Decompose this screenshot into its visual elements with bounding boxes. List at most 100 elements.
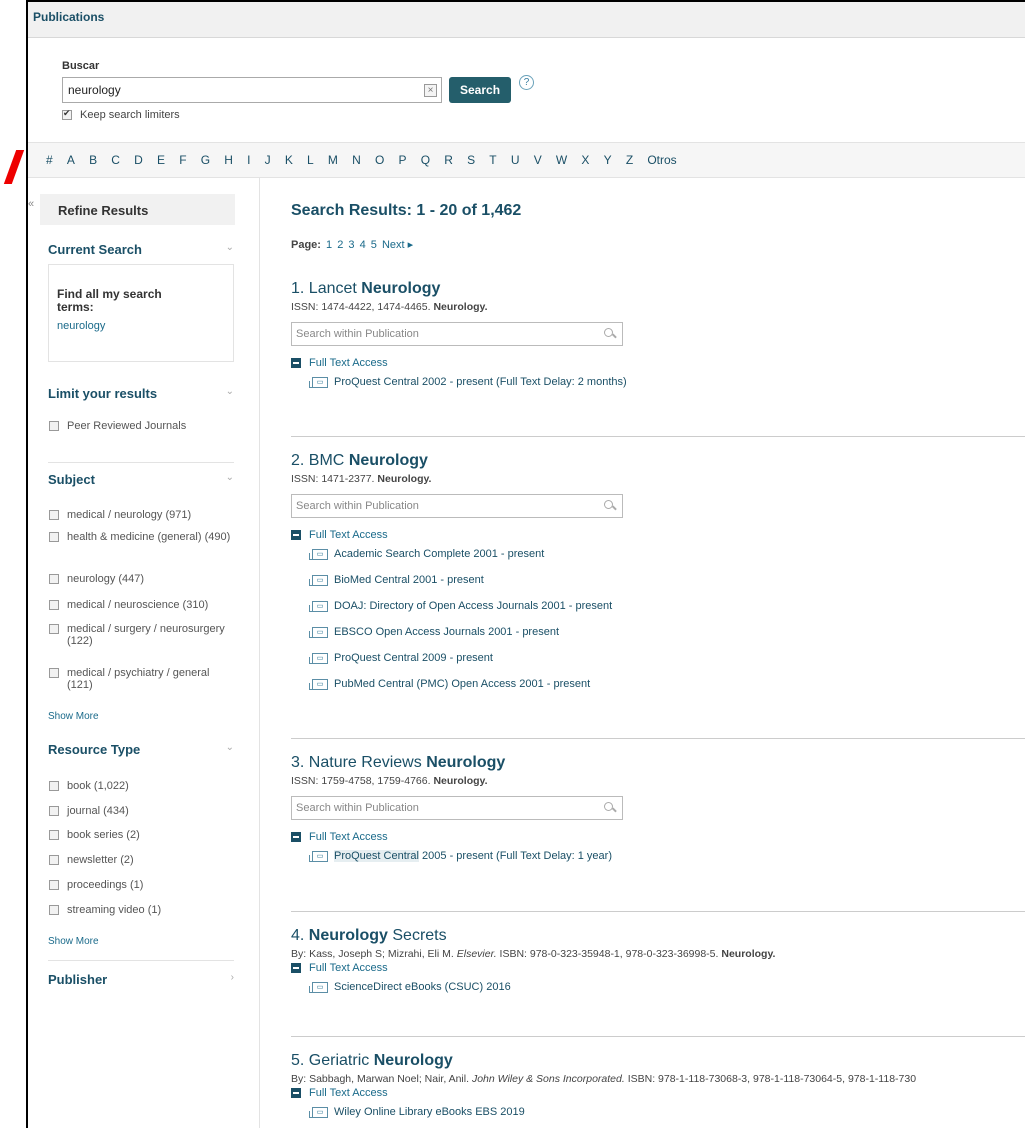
facet-subject[interactable]: medical / neuroscience (310) [49, 599, 234, 611]
alphabet-link[interactable]: P [399, 153, 407, 167]
alphabet-link[interactable]: I [247, 153, 250, 167]
access-link[interactable]: ▭ DOAJ: Directory of Open Access Journals… [309, 593, 1025, 619]
facet-checkbox[interactable] [49, 574, 59, 584]
facet-checkbox[interactable] [49, 600, 59, 610]
collapse-icon[interactable] [291, 963, 301, 973]
access-link[interactable]: ▭ Academic Search Complete 2001 - present [309, 541, 1025, 567]
facet-subject[interactable]: neurology (447) [49, 573, 234, 585]
keep-limiters-row[interactable]: Keep search limiters [62, 108, 1025, 121]
search-icon[interactable] [604, 802, 616, 814]
alphabet-link[interactable]: V [534, 153, 542, 167]
alphabet-link[interactable]: M [328, 153, 338, 167]
alphabet-link[interactable]: K [285, 153, 293, 167]
alphabet-link[interactable]: D [134, 153, 143, 167]
next-page-link[interactable]: Next ▸ [382, 239, 413, 251]
alphabet-link[interactable]: X [581, 153, 589, 167]
facet-checkbox[interactable] [49, 905, 59, 915]
full-text-access-toggle[interactable]: Full Text Access [291, 357, 1025, 369]
current-search-header[interactable]: Current Search ⌄ [48, 242, 234, 257]
alphabet-link[interactable]: # [46, 153, 53, 167]
page-link[interactable]: 2 [337, 239, 343, 251]
access-link[interactable]: ▭ ScienceDirect eBooks (CSUC) 2016 [309, 974, 1025, 1000]
facet-subject[interactable]: medical / neurology (971) [49, 509, 234, 521]
alphabet-link[interactable]: F [179, 153, 186, 167]
search-within-input[interactable]: Search within Publication [291, 322, 623, 346]
facet-resource-type[interactable]: journal (434) [49, 805, 234, 817]
access-link[interactable]: ▭ ProQuest Central 2005 - present (Full T… [309, 843, 1025, 869]
alphabet-link[interactable]: Otros [647, 153, 676, 167]
facet-resource-type[interactable]: book series (2) [49, 829, 234, 841]
access-link[interactable]: ▭ PubMed Central (PMC) Open Access 2001 -… [309, 671, 1025, 697]
facet-checkbox[interactable] [49, 781, 59, 791]
facet-checkbox[interactable] [49, 668, 59, 678]
current-search-term[interactable]: neurology [57, 320, 233, 332]
facet-checkbox[interactable] [49, 510, 59, 520]
facet-checkbox[interactable] [49, 532, 59, 542]
alphabet-link[interactable]: Z [626, 153, 633, 167]
alphabet-link[interactable]: W [556, 153, 567, 167]
subject-header[interactable]: Subject ⌄ [48, 472, 234, 487]
collapse-icon[interactable] [291, 358, 301, 368]
alphabet-link[interactable]: Y [604, 153, 612, 167]
subject-show-more-link[interactable]: Show More [48, 711, 99, 722]
access-link[interactable]: ▭ BioMed Central 2001 - present [309, 567, 1025, 593]
search-icon[interactable] [604, 328, 616, 340]
facet-peer-reviewed[interactable]: Peer Reviewed Journals [49, 420, 234, 432]
facet-checkbox[interactable] [49, 421, 59, 431]
facet-subject[interactable]: medical / psychiatry / general (121) [49, 667, 234, 691]
facet-resource-type[interactable]: book (1,022) [49, 780, 234, 792]
alphabet-link[interactable]: T [489, 153, 496, 167]
publisher-header[interactable]: Publisher › [48, 972, 234, 987]
alphabet-link[interactable]: R [444, 153, 453, 167]
search-within-input[interactable]: Search within Publication [291, 494, 623, 518]
result-title[interactable]: 2. BMC Neurology [291, 452, 1025, 470]
facet-subject[interactable]: health & medicine (general) (490) [49, 531, 234, 543]
result-title[interactable]: 4. Neurology Secrets [291, 927, 1025, 945]
page-link[interactable]: 5 [371, 239, 377, 251]
page-link[interactable]: 3 [348, 239, 354, 251]
full-text-access-toggle[interactable]: Full Text Access [291, 1087, 1025, 1099]
facet-checkbox[interactable] [49, 624, 59, 634]
facet-resource-type[interactable]: proceedings (1) [49, 879, 234, 891]
alphabet-link[interactable]: S [467, 153, 475, 167]
alphabet-link[interactable]: Q [421, 153, 430, 167]
access-link[interactable]: ▭ EBSCO Open Access Journals 2001 - prese… [309, 619, 1025, 645]
search-within-input[interactable]: Search within Publication [291, 796, 623, 820]
alphabet-link[interactable]: A [67, 153, 75, 167]
alphabet-link[interactable]: E [157, 153, 165, 167]
clear-search-icon[interactable]: × [424, 83, 437, 97]
alphabet-link[interactable]: J [265, 153, 271, 167]
facet-checkbox[interactable] [49, 830, 59, 840]
facet-checkbox[interactable] [49, 806, 59, 816]
facet-subject[interactable]: medical / surgery / neurosurgery (122) [49, 623, 234, 647]
facet-resource-type[interactable]: newsletter (2) [49, 854, 234, 866]
resource-type-header[interactable]: Resource Type ⌄ [48, 742, 234, 757]
access-link[interactable]: ▭ ProQuest Central 2002 - present (Full T… [309, 369, 1025, 395]
access-link[interactable]: ▭ Wiley Online Library eBooks EBS 2019 [309, 1099, 1025, 1125]
resource-type-show-more-link[interactable]: Show More [48, 936, 99, 947]
full-text-access-toggle[interactable]: Full Text Access [291, 831, 1025, 843]
alphabet-link[interactable]: G [201, 153, 210, 167]
page-link[interactable]: 4 [360, 239, 366, 251]
facet-checkbox[interactable] [49, 880, 59, 890]
search-icon[interactable] [604, 500, 616, 512]
alphabet-link[interactable]: H [224, 153, 233, 167]
page-link[interactable]: 1 [326, 239, 332, 251]
alphabet-link[interactable]: L [307, 153, 314, 167]
result-title[interactable]: 3. Nature Reviews Neurology [291, 754, 1025, 772]
collapse-icon[interactable] [291, 1088, 301, 1098]
facet-checkbox[interactable] [49, 855, 59, 865]
full-text-access-toggle[interactable]: Full Text Access [291, 529, 1025, 541]
collapse-icon[interactable] [291, 832, 301, 842]
limit-results-header[interactable]: Limit your results ⌄ [48, 386, 234, 401]
access-link[interactable]: ▭ ProQuest Central 2009 - present [309, 645, 1025, 671]
keep-limiters-checkbox[interactable] [62, 108, 72, 120]
help-icon[interactable]: ? [519, 75, 535, 90]
facet-resource-type[interactable]: streaming video (1) [49, 904, 234, 916]
search-button[interactable]: Search [449, 77, 512, 103]
alphabet-link[interactable]: C [111, 153, 120, 167]
full-text-access-toggle[interactable]: Full Text Access [291, 962, 1025, 974]
result-title[interactable]: 1. Lancet Neurology [291, 280, 1025, 298]
collapse-icon[interactable] [291, 530, 301, 540]
collapse-sidebar-icon[interactable]: « [28, 198, 34, 210]
